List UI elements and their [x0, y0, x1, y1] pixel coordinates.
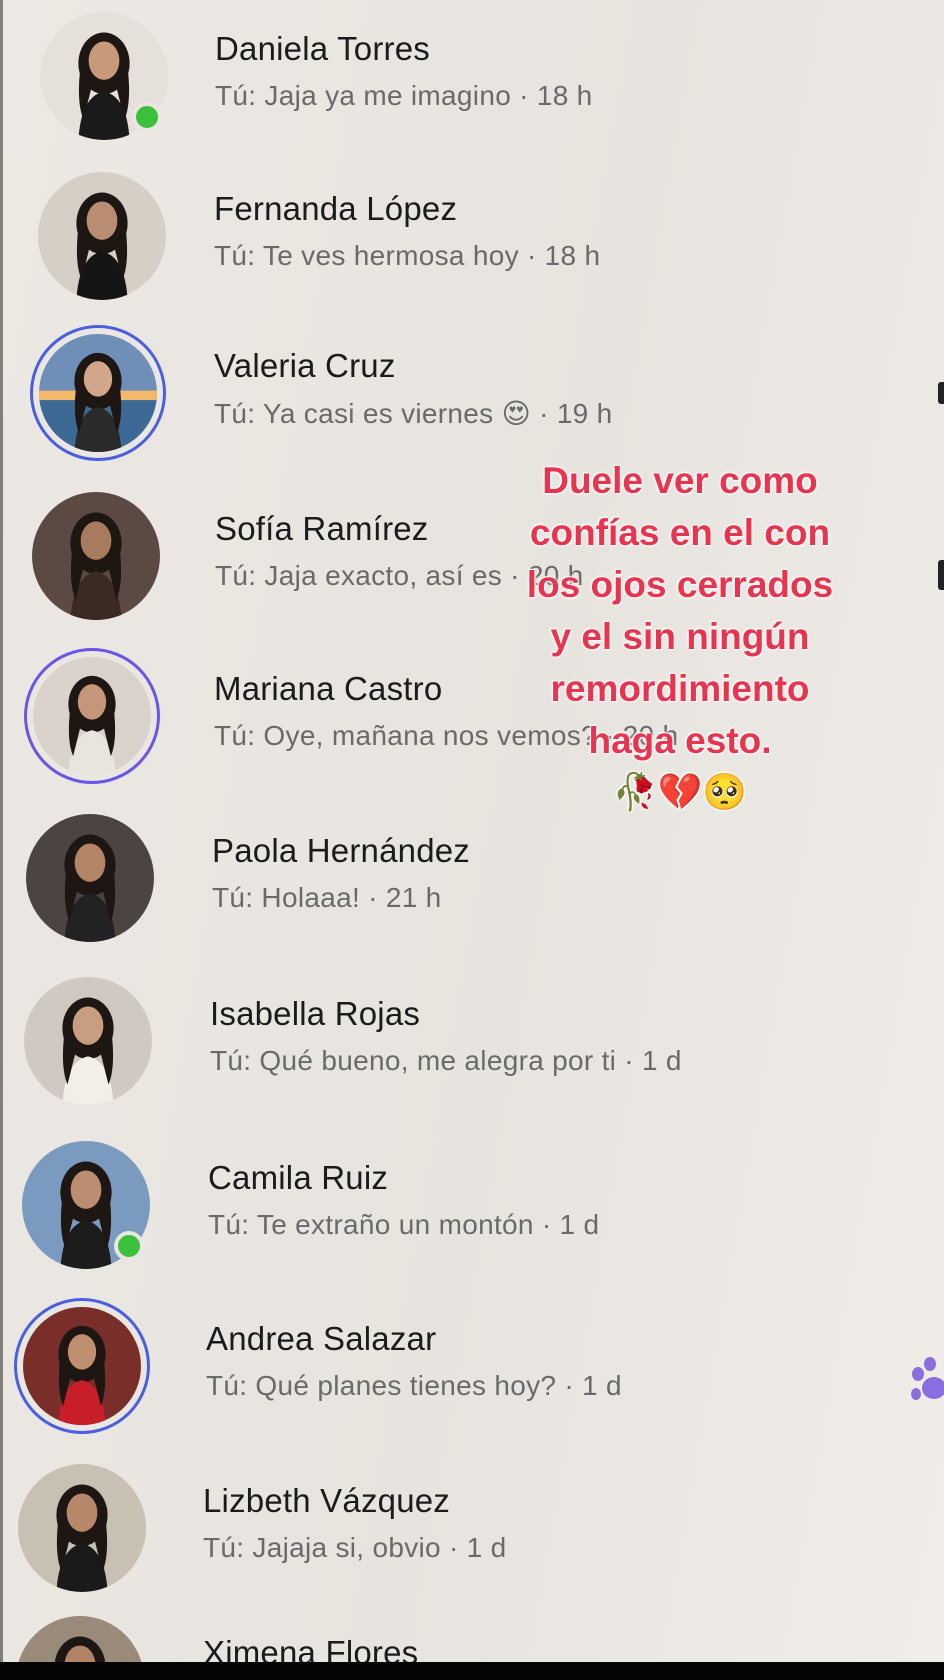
conversation-row[interactable]: Andrea Salazar Tú: Qué planes tienes hoy?… [0, 1298, 900, 1448]
message-preview: Tú: Te ves hermosa hoy · 18 h [214, 240, 601, 271]
avatar[interactable] [20, 973, 156, 1109]
contact-name: Valeria Cruz [214, 347, 396, 384]
caption-line: los ojos cerrados [526, 564, 834, 605]
caption-line: remordimiento [550, 668, 810, 709]
bottom-bar [0, 1662, 944, 1680]
avatar[interactable] [30, 325, 166, 461]
profile-photo [32, 492, 160, 620]
caption-overlay: Duele ver como confías en el con los ojo… [500, 455, 860, 817]
story-ring [30, 325, 166, 461]
avatar[interactable] [22, 810, 158, 946]
avatar[interactable] [18, 1137, 154, 1273]
conversation-row[interactable]: Ximena Flores [0, 1612, 900, 1662]
caption-emojis: 🥀💔🥺 [612, 771, 748, 812]
caption-line: y el sin ningún [550, 616, 810, 657]
caption-line: confías en el con [529, 512, 831, 553]
conversation-row[interactable]: Paola Hernández Tú: Holaaa! · 21 h [0, 810, 900, 960]
contact-name: Sofía Ramírez [215, 510, 429, 547]
online-status-dot [132, 102, 162, 132]
profile-photo [26, 814, 154, 942]
profile-photo [18, 1464, 146, 1592]
contact-name: Lizbeth Vázquez [203, 1482, 451, 1519]
contact-name: Camila Ruiz [208, 1159, 389, 1196]
message-preview: Tú: Te extraño un montón · 1 d [208, 1209, 600, 1240]
conversation-row[interactable]: Isabella Rojas Tú: Qué bueno, me alegra p… [0, 973, 900, 1123]
conversation-row[interactable]: Lizbeth Vázquez Tú: Jajaja si, obvio · 1 … [0, 1460, 900, 1610]
caption-line: haga esto. [588, 720, 772, 761]
message-preview: Tú: Jajaja si, obvio · 1 d [203, 1532, 507, 1563]
caption-line: Duele ver como [542, 460, 818, 501]
avatar[interactable] [34, 168, 170, 304]
contact-name: Isabella Rojas [210, 995, 421, 1032]
conversation-row[interactable]: Camila Ruiz Tú: Te extraño un montón · 1 … [0, 1137, 900, 1287]
contact-name: Mariana Castro [214, 670, 443, 707]
online-status-dot [114, 1231, 144, 1261]
avatar[interactable] [14, 1298, 150, 1434]
profile-photo [38, 172, 166, 300]
story-ring [14, 1298, 150, 1434]
conversation-row[interactable]: Valeria Cruz Tú: Ya casi es viernes 😍 · 1… [0, 325, 900, 475]
message-preview: Tú: Qué bueno, me alegra por ti · 1 d [210, 1045, 682, 1076]
contact-name: Andrea Salazar [206, 1320, 437, 1357]
avatar[interactable] [12, 1612, 148, 1662]
message-preview: Tú: Qué planes tienes hoy? · 1 d [206, 1370, 622, 1401]
avatar[interactable] [24, 648, 160, 784]
message-preview: Tú: Jaja ya me imagino · 18 h [215, 80, 593, 111]
profile-photo [16, 1616, 144, 1662]
contact-name: Fernanda López [214, 190, 458, 227]
avatar[interactable] [36, 8, 172, 144]
conversation-row[interactable]: Daniela Torres Tú: Jaja ya me imagino · 1… [0, 8, 900, 158]
message-preview: Tú: Holaaa! · 21 h [212, 882, 442, 913]
story-ring [24, 648, 160, 784]
message-preview: Tú: Ya casi es viernes 😍 · 19 h [214, 398, 613, 429]
contact-name: Paola Hernández [212, 832, 471, 869]
profile-photo [24, 977, 152, 1105]
chat-list-screen: Daniela Torres Tú: Jaja ya me imagino · 1… [0, 0, 944, 1662]
avatar[interactable] [14, 1460, 150, 1596]
avatar[interactable] [28, 488, 164, 624]
contact-name: Ximena Flores [203, 1634, 419, 1662]
contact-name: Daniela Torres [215, 30, 430, 67]
paw-print-icon [911, 1357, 944, 1400]
edge-indicator [938, 560, 944, 590]
conversation-row[interactable]: Fernanda López Tú: Te ves hermosa hoy · 1… [0, 168, 900, 318]
edge-indicator [938, 382, 944, 404]
